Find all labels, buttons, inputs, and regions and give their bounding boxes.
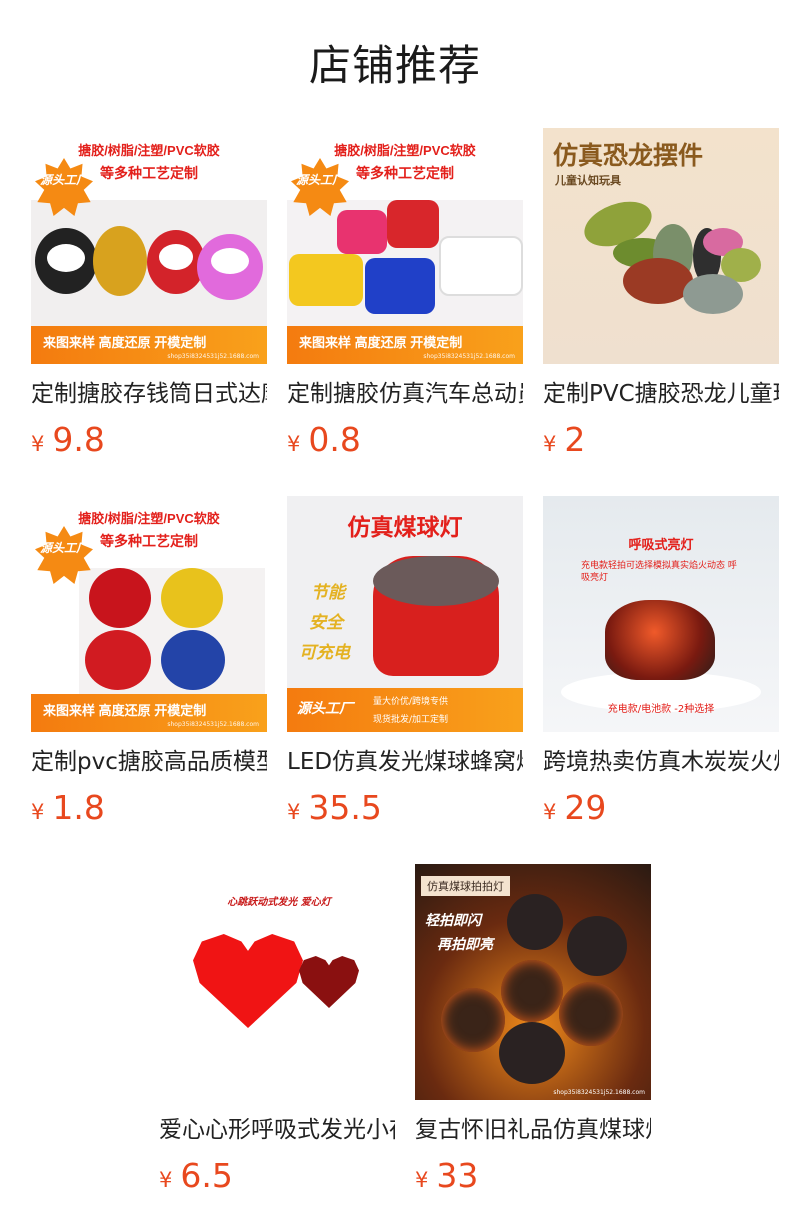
product-card[interactable]: 搪胶/树脂/注塑/PVC软胶 等多种工艺定制 源头工厂 来图来样 高度还原 开模… bbox=[31, 128, 267, 466]
coal-feature-1: 节能 bbox=[311, 583, 345, 603]
product-card[interactable]: 呼吸式亮灯 充电款轻拍可选择模拟真实焰火动态 呼吸亮灯 充电款/电池款 -2种选… bbox=[543, 496, 779, 834]
coal-feature-2: 安全 bbox=[309, 613, 343, 633]
charcoal-description: 充电款轻拍可选择模拟真实焰火动态 呼吸亮灯 bbox=[581, 561, 737, 583]
bottom-bar-text: 来图来样 高度还原 开模定制 bbox=[43, 703, 207, 718]
product-name[interactable]: LED仿真发光煤球蜂窝煤灯 bbox=[287, 746, 523, 778]
product-price: ¥2 bbox=[543, 420, 779, 466]
dino-subtitle: 儿童认知玩具 bbox=[555, 174, 621, 187]
product-price: ¥1.8 bbox=[31, 788, 267, 834]
coal-lamp-title: 仿真煤球灯 bbox=[347, 514, 463, 540]
pat-line-1: 轻拍即闪 bbox=[425, 913, 481, 929]
product-price: ¥9.8 bbox=[31, 420, 267, 466]
currency-symbol: ¥ bbox=[31, 800, 45, 824]
heart-lamp-small bbox=[299, 956, 359, 1008]
currency-symbol: ¥ bbox=[287, 800, 301, 824]
coal-factory-label: 源头工厂 bbox=[297, 701, 353, 717]
shop-url: shop35i8324531j52.1688.com bbox=[167, 353, 259, 360]
page-title: 店铺推荐 bbox=[308, 41, 481, 90]
product-image[interactable]: 仿真煤球灯 节能 安全 可充电 源头工厂 量大价优/跨境专供 现货批发/加工定制 bbox=[287, 496, 523, 732]
craft-line1: 搪胶/树脂/注塑/PVC软胶 bbox=[78, 143, 220, 158]
currency-symbol: ¥ bbox=[543, 800, 557, 824]
heart-lamp-title: 心跳跃动式发光 爱心灯 bbox=[227, 897, 331, 908]
product-name[interactable]: 定制搪胶存钱筒日式达摩 bbox=[31, 378, 267, 410]
currency-symbol: ¥ bbox=[31, 432, 45, 456]
currency-symbol: ¥ bbox=[543, 432, 557, 456]
pat-lamp-title: 仿真煤球拍拍灯 bbox=[421, 876, 510, 896]
product-price: ¥29 bbox=[543, 788, 779, 834]
price-value: 33 bbox=[436, 1156, 479, 1195]
shop-url: shop35i8324531j52.1688.com bbox=[167, 721, 259, 728]
coal-bar-line2: 现货批发/加工定制 bbox=[373, 715, 449, 725]
price-value: 0.8 bbox=[308, 420, 361, 459]
product-image[interactable]: 呼吸式亮灯 充电款轻拍可选择模拟真实焰火动态 呼吸亮灯 充电款/电池款 -2种选… bbox=[543, 496, 779, 732]
currency-symbol: ¥ bbox=[415, 1168, 429, 1192]
craft-line1: 搪胶/树脂/注塑/PVC软胶 bbox=[78, 511, 220, 526]
currency-symbol: ¥ bbox=[159, 1168, 173, 1192]
product-image[interactable]: 心跳跃动式发光 爱心灯 bbox=[159, 864, 395, 1100]
shop-url: shop35i8324531j52.1688.com bbox=[553, 1089, 645, 1096]
product-image[interactable]: 搪胶/树脂/注塑/PVC软胶 等多种工艺定制 源头工厂 来图来样 高度还原 开模… bbox=[31, 128, 267, 364]
price-value: 6.5 bbox=[180, 1156, 233, 1195]
product-card[interactable]: 仿真恐龙摆件 儿童认知玩具 定制PVC搪胶恐龙儿童玩具 ¥2 bbox=[543, 128, 779, 466]
product-name[interactable]: 复古怀旧礼品仿真煤球灯 bbox=[415, 1114, 651, 1146]
coal-bar-line1: 量大价优/跨境专供 bbox=[373, 697, 449, 707]
dino-title: 仿真恐龙摆件 bbox=[553, 142, 704, 170]
product-card[interactable]: 搪胶/树脂/注塑/PVC软胶 等多种工艺定制 源头工厂 来图来样 高度还原 开模… bbox=[287, 128, 523, 466]
currency-symbol: ¥ bbox=[287, 432, 301, 456]
product-name[interactable]: 跨境热卖仿真木炭炭火灯 bbox=[543, 746, 779, 778]
heart-lamp-large bbox=[193, 934, 303, 1028]
product-price: ¥0.8 bbox=[287, 420, 523, 466]
cars-scene bbox=[287, 200, 523, 326]
product-card[interactable]: 仿真煤球拍拍灯 轻拍即闪 再拍即亮 shop35i8324531j52.1688… bbox=[415, 864, 651, 1202]
daruma-scene bbox=[31, 200, 267, 326]
charcoal-lamp bbox=[605, 600, 715, 680]
product-card[interactable]: 心跳跃动式发光 爱心灯 爱心心形呼吸式发光小夜灯 ¥6.5 bbox=[159, 864, 395, 1202]
product-name[interactable]: 定制PVC搪胶恐龙儿童玩具 bbox=[543, 378, 779, 410]
product-image[interactable]: 搪胶/树脂/注塑/PVC软胶 等多种工艺定制 源头工厂 来图来样 高度还原 开模… bbox=[287, 128, 523, 364]
product-image[interactable]: 仿真煤球拍拍灯 轻拍即闪 再拍即亮 shop35i8324531j52.1688… bbox=[415, 864, 651, 1100]
product-name[interactable]: 定制搪胶仿真汽车总动员 bbox=[287, 378, 523, 410]
price-value: 35.5 bbox=[308, 788, 382, 827]
coal-lamp-body bbox=[373, 556, 499, 676]
product-price: ¥33 bbox=[415, 1156, 651, 1202]
price-value: 1.8 bbox=[52, 788, 105, 827]
price-value: 29 bbox=[564, 788, 607, 827]
product-card[interactable]: 仿真煤球灯 节能 安全 可充电 源头工厂 量大价优/跨境专供 现货批发/加工定制… bbox=[287, 496, 523, 834]
price-value: 2 bbox=[564, 420, 586, 459]
price-value: 9.8 bbox=[52, 420, 105, 459]
product-image[interactable]: 搪胶/树脂/注塑/PVC软胶 等多种工艺定制 源头工厂 来图来样 高度还原 开模… bbox=[31, 496, 267, 732]
product-price: ¥35.5 bbox=[287, 788, 523, 834]
coal-feature-3: 可充电 bbox=[299, 643, 350, 663]
bottom-bar-text: 来图来样 高度还原 开模定制 bbox=[299, 335, 463, 350]
product-image[interactable]: 仿真恐龙摆件 儿童认知玩具 bbox=[543, 128, 779, 364]
bottom-bar-text: 来图来样 高度还原 开模定制 bbox=[43, 335, 207, 350]
product-name[interactable]: 爱心心形呼吸式发光小夜灯 bbox=[159, 1114, 395, 1146]
superhero-balls-scene bbox=[79, 568, 265, 694]
charcoal-options: 充电款/电池款 -2种选择 bbox=[607, 704, 715, 715]
craft-line1: 搪胶/树脂/注塑/PVC软胶 bbox=[334, 143, 476, 158]
pat-line-2: 再拍即亮 bbox=[437, 937, 493, 953]
product-card[interactable]: 搪胶/树脂/注塑/PVC软胶 等多种工艺定制 源头工厂 来图来样 高度还原 开模… bbox=[31, 496, 267, 834]
product-price: ¥6.5 bbox=[159, 1156, 395, 1202]
product-name[interactable]: 定制pvc搪胶高品质模型 bbox=[31, 746, 267, 778]
charcoal-title: 呼吸式亮灯 bbox=[628, 538, 694, 553]
shop-url: shop35i8324531j52.1688.com bbox=[423, 353, 515, 360]
